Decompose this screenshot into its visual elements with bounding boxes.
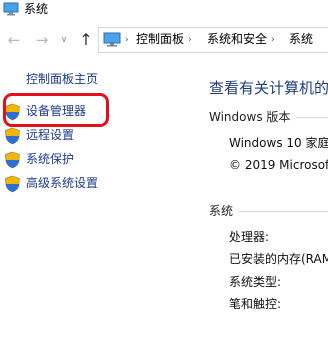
- copyright-text: © 2019 Microsoft: [229, 158, 328, 172]
- section-title-windows-edition: Windows 版本: [209, 108, 328, 125]
- processor-label: 处理器:: [229, 230, 270, 244]
- sidebar-item-system-protection[interactable]: 系统保护: [4, 150, 184, 170]
- sidebar-item-remote-settings[interactable]: 远程设置: [4, 126, 184, 146]
- shield-icon: [5, 175, 20, 193]
- section-title-text: 系统: [209, 204, 234, 218]
- pen-touch-label: 笔和触控:: [229, 297, 282, 311]
- back-button[interactable]: ←: [5, 29, 23, 51]
- breadcrumb-control-panel[interactable]: 控制面板: [136, 31, 184, 48]
- breadcrumb-separator[interactable]: ›: [188, 32, 192, 48]
- sidebar-item-label: 设备管理器: [26, 104, 87, 118]
- page-title: 查看有关计算机的: [209, 79, 328, 97]
- section-title-system: 系统: [209, 202, 328, 219]
- breadcrumb-separator[interactable]: ›: [271, 32, 275, 48]
- section-divider: [239, 211, 328, 212]
- installed-memory-label: 已安装的内存(RAM): [229, 252, 328, 266]
- breadcrumb-system-security[interactable]: 系统和安全: [207, 31, 267, 48]
- up-button[interactable]: ↑: [77, 29, 95, 51]
- forward-button[interactable]: →: [33, 29, 51, 51]
- sidebar-item-label: 高级系统设置: [26, 176, 99, 190]
- sidebar-item-advanced-system-settings[interactable]: 高级系统设置: [4, 174, 184, 194]
- sidebar: 控制面板主页 设备管理器 远程设置 系统保护 高级系统设置: [0, 60, 200, 363]
- window-title: 系统: [24, 2, 49, 16]
- breadcrumb-system[interactable]: 系统: [289, 31, 313, 48]
- section-title-text: Windows 版本: [209, 110, 291, 124]
- windows-edition-value: Windows 10 家庭中: [229, 136, 328, 150]
- breadcrumb-separator[interactable]: ›: [125, 32, 129, 48]
- sidebar-item-label: 系统保护: [26, 152, 75, 166]
- shield-icon: [5, 103, 20, 121]
- shield-icon: [5, 127, 20, 145]
- title-bar: 系统: [0, 0, 328, 22]
- address-bar[interactable]: › 控制面板 › 系统和安全 › 系统: [98, 27, 328, 53]
- system-type-label: 系统类型:: [229, 275, 282, 289]
- section-divider: [296, 117, 328, 118]
- control-panel-icon: [103, 32, 121, 47]
- control-panel-home-link[interactable]: 控制面板主页: [26, 70, 98, 87]
- sidebar-item-label: 远程设置: [26, 128, 75, 142]
- system-app-icon: [3, 2, 19, 16]
- sidebar-item-device-manager[interactable]: 设备管理器: [4, 102, 184, 122]
- shield-icon: [5, 151, 20, 169]
- main-content: 查看有关计算机的 Windows 版本 Windows 10 家庭中 © 201…: [200, 60, 328, 363]
- recent-locations-dropdown-icon[interactable]: ∨: [55, 29, 73, 51]
